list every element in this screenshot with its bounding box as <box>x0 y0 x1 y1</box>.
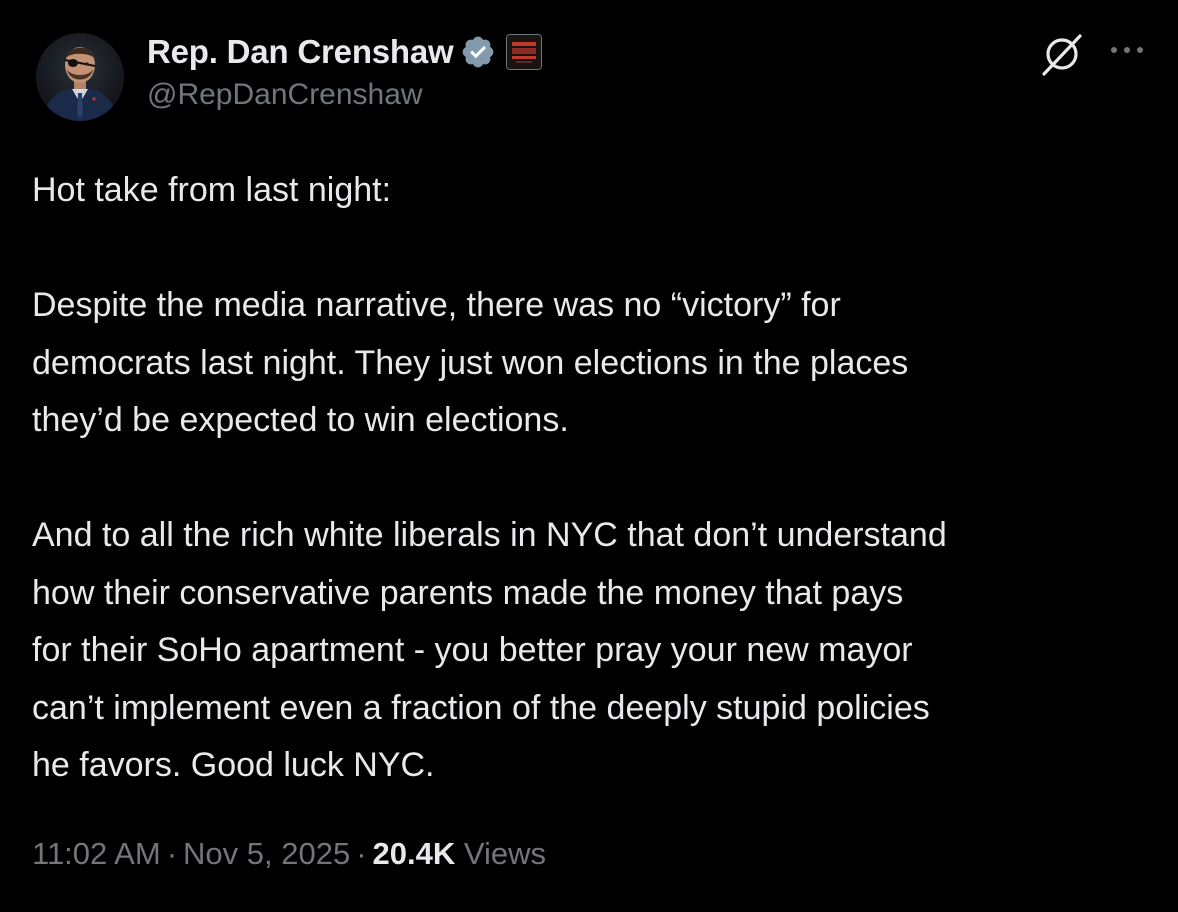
views-label: Views <box>463 836 547 871</box>
avatar-image <box>36 33 124 121</box>
tweet-date[interactable]: Nov 5, 2025 <box>183 836 350 871</box>
verified-badge-icon[interactable] <box>460 34 496 70</box>
author-handle[interactable]: @RepDanCrenshaw <box>147 78 978 112</box>
name-row: Rep. Dan Crenshaw <box>147 30 978 74</box>
author-info: Rep. Dan Crenshaw @RepDanCrenshaw <box>147 30 978 112</box>
tweet-line: he favors. Good luck NYC. <box>32 746 435 784</box>
tweet-line: Despite the media narrative, there was n… <box>32 286 841 324</box>
author-display-name[interactable]: Rep. Dan Crenshaw <box>147 33 454 71</box>
avatar[interactable] <box>36 33 124 121</box>
meta-separator: · <box>166 836 178 871</box>
tweet-line: And to all the rich white liberals in NY… <box>32 516 947 554</box>
tweet-line: democrats last night. They just won elec… <box>32 343 909 382</box>
affiliate-badge-icon[interactable] <box>505 34 542 70</box>
tweet-line: Hot take from last night: <box>32 171 392 209</box>
tweet-text: Hot take from last night: Despite the me… <box>32 162 1162 795</box>
more-options-icon[interactable] <box>1107 38 1147 62</box>
tweet-line: they’d be expected to win elections. <box>32 401 569 439</box>
meta-separator: · <box>356 836 367 871</box>
tweet-meta: 11:02 AM · Nov 5, 2025 · 20.4K Views <box>32 836 546 872</box>
grok-icon[interactable] <box>1038 30 1086 78</box>
tweet-time[interactable]: 11:02 AM <box>32 836 161 871</box>
tweet-line: for their SoHo apartment - you better pr… <box>32 631 913 669</box>
tweet-line: can’t implement even a fraction of the d… <box>32 688 930 727</box>
tweet-line: how their conservative parents made the … <box>32 573 904 612</box>
views-count[interactable]: 20.4K <box>373 836 456 871</box>
tweet-card: Rep. Dan Crenshaw @RepDanCrenshaw Hot ta… <box>0 0 1178 912</box>
